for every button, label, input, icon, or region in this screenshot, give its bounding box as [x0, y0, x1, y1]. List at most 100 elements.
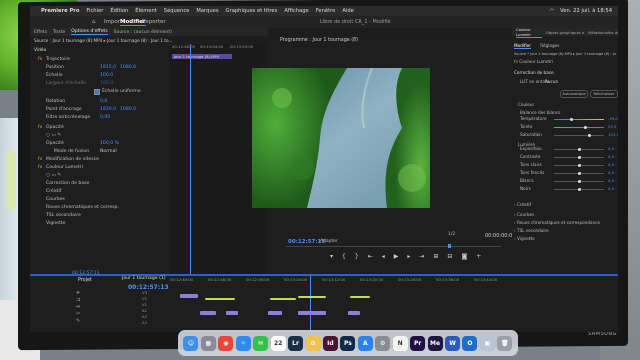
menu-fichier[interactable]: Fichier: [86, 8, 103, 14]
menu-affichage[interactable]: Affichage: [284, 8, 308, 14]
lumetri-basic-row[interactable]: Correction de base: [30, 180, 170, 188]
slider-track[interactable]: [554, 172, 604, 175]
slider-value[interactable]: 0,0: [608, 146, 614, 151]
in-point-icon[interactable]: {: [342, 253, 346, 261]
reset-button[interactable]: Réinitialiser: [590, 90, 618, 98]
lumetri-section[interactable]: › Vignette: [514, 236, 535, 241]
chrome-icon[interactable]: ◉: [218, 335, 234, 351]
menu-fenetre[interactable]: Fenêtre: [316, 8, 336, 14]
marker-icon[interactable]: ▾: [330, 253, 333, 261]
slider-value[interactable]: 0,0: [608, 178, 614, 183]
slider-track[interactable]: [554, 164, 604, 167]
slider-knob[interactable]: [570, 118, 573, 121]
slider-value[interactable]: 0,0: [608, 170, 614, 175]
video-clip[interactable]: [180, 294, 198, 298]
fx-lumetri-row[interactable]: fx Couleur Lumetri: [30, 164, 170, 172]
video-clip[interactable]: [348, 311, 360, 315]
audio-clip[interactable]: [350, 296, 370, 298]
lumetri-curves-row[interactable]: Courbes: [30, 196, 170, 204]
camera-icon[interactable]: ◙: [461, 253, 467, 261]
selection-tool-icon[interactable]: ➤: [76, 290, 86, 297]
video-clip[interactable]: [200, 311, 216, 315]
tab-options-effets[interactable]: Options d'effets: [71, 29, 108, 35]
go-to-out-icon[interactable]: ⇥: [419, 253, 424, 261]
white-balance-label[interactable]: Balance des blancs: [520, 110, 560, 115]
slider-value[interactable]: 0,0: [608, 186, 614, 191]
program-video-frame[interactable]: [252, 68, 430, 208]
scale-value[interactable]: 100,0: [100, 73, 113, 78]
program-ruler[interactable]: [286, 244, 501, 250]
audio-clip[interactable]: [298, 296, 326, 298]
timeline-playhead[interactable]: [310, 276, 311, 332]
slider-value[interactable]: 0,0: [608, 154, 614, 159]
lumetri-hsl-row[interactable]: TSL secondaire: [30, 212, 170, 220]
play-icon[interactable]: ▶: [394, 253, 399, 261]
subtab-modifier[interactable]: Modifier: [514, 43, 531, 49]
menu-sequence[interactable]: Séquence: [164, 8, 190, 14]
fx-trajectoire-row[interactable]: fx Trajectoire: [30, 56, 170, 64]
menu-aide[interactable]: Aide: [342, 8, 353, 14]
mask-ellipse-icon[interactable]: ○ ▭ ✎: [46, 133, 61, 138]
lumetri-section-basic[interactable]: Correction de base: [514, 70, 554, 75]
slider-knob[interactable]: [577, 180, 581, 183]
program-playhead[interactable]: [448, 244, 451, 248]
lumetri-section[interactable]: › TSL secondaire: [514, 228, 549, 233]
menu-edition[interactable]: Édition: [110, 8, 128, 14]
slider-knob[interactable]: [583, 126, 587, 129]
tab-metadonnees[interactable]: Métadonnées de l'élément: [588, 30, 618, 35]
tab-sequence[interactable]: Jour 1 tournage (1): [122, 276, 166, 281]
overwrite-icon[interactable]: ⊟: [447, 253, 452, 261]
audio-clip[interactable]: [270, 298, 296, 300]
indesign-icon[interactable]: Id: [322, 335, 338, 351]
effect-controls-clip[interactable]: Jour 1 tournage (8).MP4: [172, 54, 232, 59]
ripple-edit-icon[interactable]: ⇹: [76, 304, 86, 311]
lumetri-creative-row[interactable]: Créatif: [30, 188, 170, 196]
track-header[interactable]: A3: [142, 320, 147, 325]
menu-marques[interactable]: Marques: [196, 8, 218, 14]
slider-track[interactable]: [554, 118, 604, 121]
tab-texte[interactable]: Texte: [53, 30, 65, 35]
photos-icon[interactable]: ✿: [305, 335, 321, 351]
home-icon[interactable]: ⌂: [92, 19, 96, 25]
effect-controls-ruler[interactable]: 00:12:48:00 00:13:04:00 00:13:20:00: [170, 44, 265, 50]
insert-icon[interactable]: ⊞: [433, 253, 438, 261]
mediaencoder-icon[interactable]: Me: [427, 335, 443, 351]
menu-element[interactable]: Élément: [135, 8, 156, 14]
program-monitor-title[interactable]: Programme : Jour 1 tournage (8): [280, 38, 358, 43]
word-icon[interactable]: W: [445, 335, 460, 351]
fit-dropdown[interactable]: Adapter: [320, 239, 338, 244]
menu-graphiques[interactable]: Graphiques et titres: [226, 8, 278, 14]
track-header[interactable]: A2: [142, 314, 147, 319]
appstore-icon[interactable]: A: [357, 335, 373, 351]
tab-projet[interactable]: Projet: [78, 278, 92, 283]
mask-pen-icon[interactable]: ○ ▭ ✎: [46, 173, 61, 178]
go-to-in-icon[interactable]: ⇤: [368, 253, 373, 261]
lumetri-section[interactable]: › Courbes: [514, 212, 534, 217]
slider-track[interactable]: [554, 148, 604, 151]
track-header[interactable]: V3: [142, 290, 147, 295]
trash-icon[interactable]: 🗑: [497, 335, 513, 351]
lumetri-source[interactable]: Source • Jour 1 tournage (8).MP4 ▸ Jour …: [514, 52, 616, 56]
slider-value[interactable]: -39,0: [608, 116, 618, 121]
slider-track[interactable]: [554, 180, 604, 183]
tab-objets-graphiques[interactable]: Objets graphiques essentiels: [546, 30, 584, 35]
fx-opacity-row[interactable]: fx Opacité: [30, 124, 170, 132]
auto-button[interactable]: Automatique: [560, 90, 588, 98]
effect-controls-timeline[interactable]: [170, 44, 265, 274]
blend-mode-select[interactable]: Normal: [100, 149, 117, 154]
step-back-icon[interactable]: ◂: [382, 253, 385, 261]
safari-icon[interactable]: ✧: [235, 335, 251, 351]
settings-icon[interactable]: ⚙: [375, 335, 391, 351]
slider-track[interactable]: [554, 126, 604, 129]
track-header[interactable]: A1: [142, 308, 147, 313]
slider-knob[interactable]: [577, 172, 581, 175]
slider-track[interactable]: [554, 156, 604, 159]
track-select-icon[interactable]: ⇉: [76, 297, 86, 304]
video-clip[interactable]: [268, 311, 282, 315]
tab-source[interactable]: Source : (aucun élément): [114, 30, 172, 35]
pen-tool-icon[interactable]: ✎: [76, 318, 86, 325]
razor-tool-icon[interactable]: ✂: [76, 311, 86, 318]
track-header[interactable]: V2: [142, 296, 147, 301]
subtab-reglages[interactable]: Réglages: [540, 43, 559, 48]
lumetri-wheels-row[interactable]: Roues chromatiques et corresp.: [30, 204, 170, 212]
